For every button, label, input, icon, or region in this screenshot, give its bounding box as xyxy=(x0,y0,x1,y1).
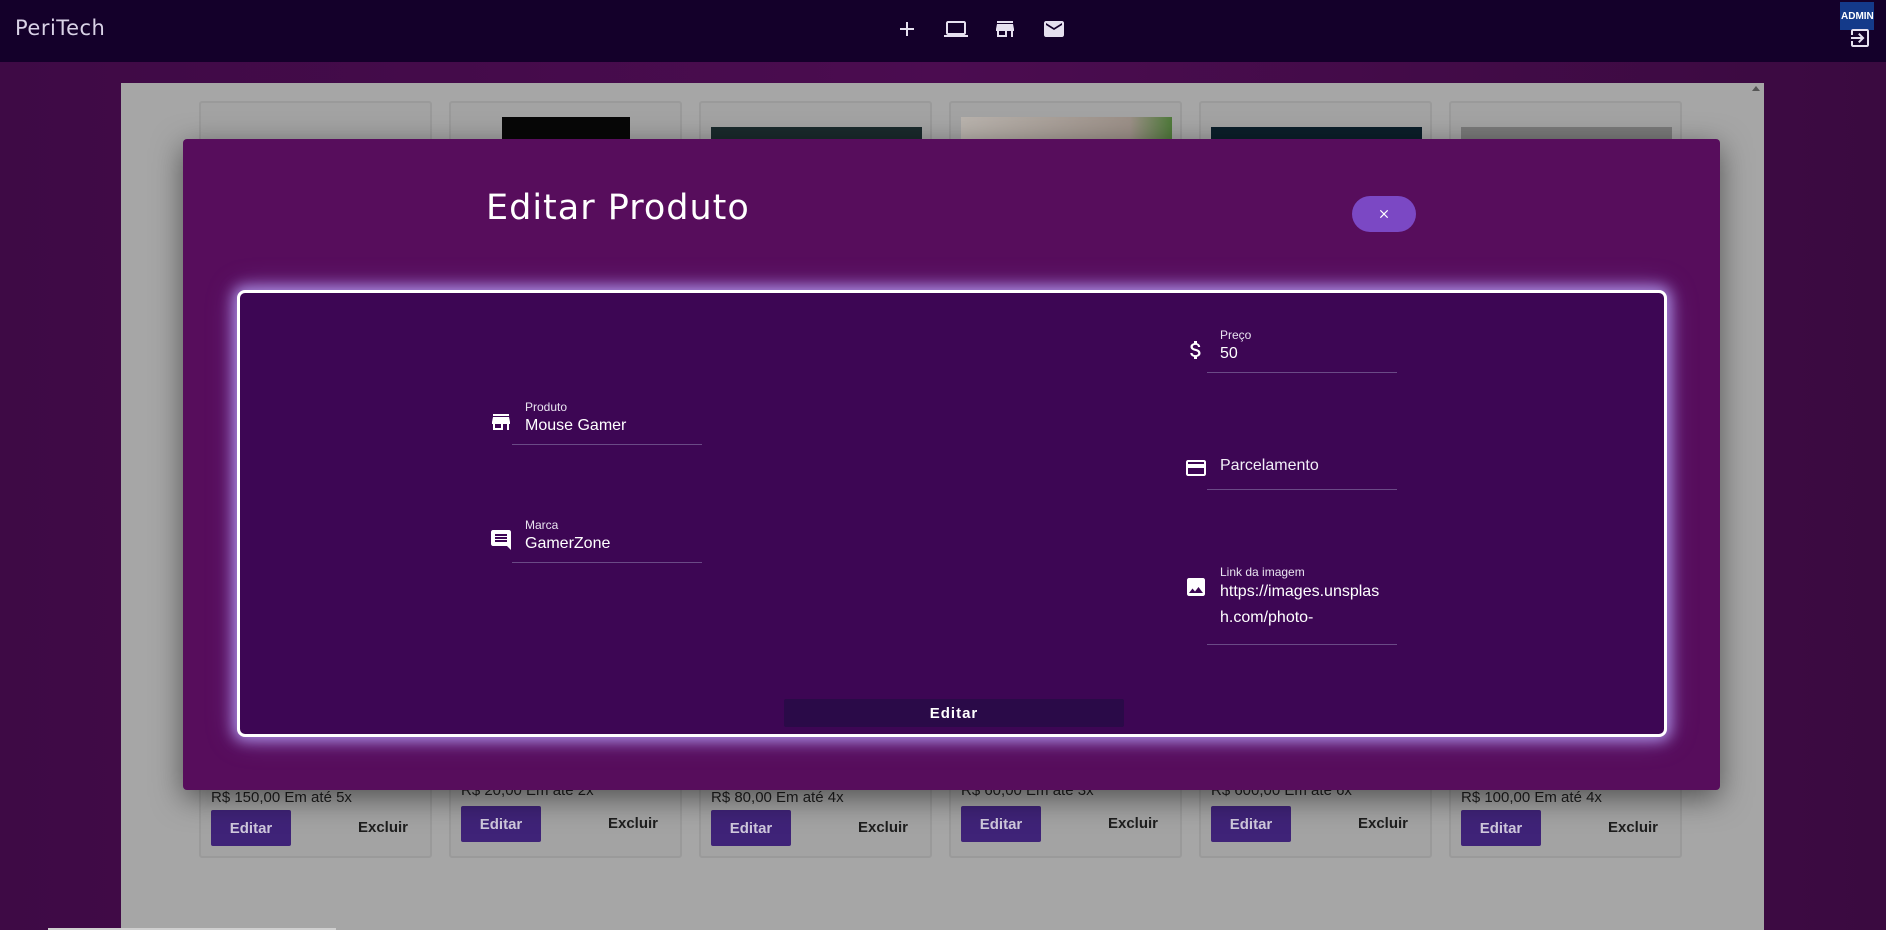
modal-title: Editar Produto xyxy=(486,188,750,228)
edit-product-button[interactable]: Editar xyxy=(961,806,1041,842)
marca-label: Marca xyxy=(525,518,559,532)
store-icon xyxy=(489,410,513,434)
preco-input[interactable]: 50 xyxy=(1220,345,1397,363)
marca-field[interactable]: Marca GamerZone xyxy=(512,518,702,563)
produto-field[interactable]: Produto Mouse Gamer xyxy=(512,400,702,445)
submit-edit-button[interactable]: Editar xyxy=(784,699,1124,727)
edit-product-button[interactable]: Editar xyxy=(461,806,541,842)
image-link-input[interactable]: https://images.unsplash.com/photo- xyxy=(1220,579,1380,631)
produto-label: Produto xyxy=(525,400,568,414)
edit-product-button[interactable]: Editar xyxy=(1211,806,1291,842)
delete-product-button[interactable]: Excluir xyxy=(1608,819,1658,836)
brand-logo[interactable]: PeriTech xyxy=(15,16,105,40)
nav-icons xyxy=(895,17,1066,41)
product-price: R$ 80,00 Em até 4x xyxy=(711,789,844,806)
credit-card-icon xyxy=(1184,456,1208,480)
edit-product-button[interactable]: Editar xyxy=(711,810,791,846)
edit-product-button[interactable]: Editar xyxy=(211,810,291,846)
delete-product-button[interactable]: Excluir xyxy=(1358,815,1408,832)
marca-input[interactable]: GamerZone xyxy=(525,535,702,553)
product-price: R$ 100,00 Em até 4x xyxy=(1461,789,1602,806)
parcelamento-field[interactable]: Parcelamento xyxy=(1207,457,1397,490)
store-icon[interactable] xyxy=(993,17,1017,41)
preco-field[interactable]: Preço 50 xyxy=(1207,328,1397,373)
image-link-label: Link da imagem xyxy=(1220,565,1305,579)
image-link-field[interactable]: Link da imagem https://images.unsplash.c… xyxy=(1207,565,1397,645)
parcelamento-input[interactable]: Parcelamento xyxy=(1220,457,1397,475)
top-navbar: PeriTech ADMIN xyxy=(0,0,1886,62)
add-icon[interactable] xyxy=(895,17,919,41)
image-icon xyxy=(1184,575,1208,599)
delete-product-button[interactable]: Excluir xyxy=(358,819,408,836)
edit-product-button[interactable]: Editar xyxy=(1461,810,1541,846)
mail-icon[interactable] xyxy=(1042,17,1066,41)
edit-product-modal: Editar Produto Produto Mouse Gamer Marca… xyxy=(183,139,1720,790)
laptop-icon[interactable] xyxy=(944,17,968,41)
edit-product-form: Produto Mouse Gamer Marca GamerZone Preç… xyxy=(237,290,1667,737)
delete-product-button[interactable]: Excluir xyxy=(858,819,908,836)
admin-area: ADMIN xyxy=(1840,2,1876,52)
preco-label: Preço xyxy=(1220,328,1252,342)
dollar-icon xyxy=(1184,338,1208,362)
product-price: R$ 150,00 Em até 5x xyxy=(211,789,352,806)
delete-product-button[interactable]: Excluir xyxy=(608,815,658,832)
close-modal-button[interactable] xyxy=(1352,196,1416,232)
scrollbar-up-arrow[interactable] xyxy=(1752,86,1760,91)
comment-icon xyxy=(489,528,513,552)
produto-input[interactable]: Mouse Gamer xyxy=(525,417,702,435)
logout-icon[interactable] xyxy=(1848,26,1872,50)
close-icon xyxy=(1379,209,1389,219)
delete-product-button[interactable]: Excluir xyxy=(1108,815,1158,832)
